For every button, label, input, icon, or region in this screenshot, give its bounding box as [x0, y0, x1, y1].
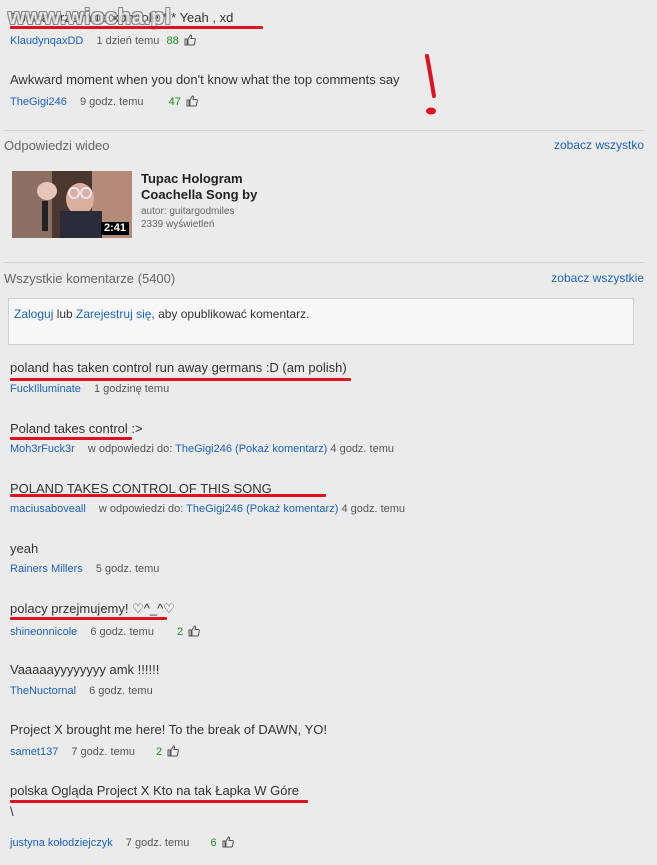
- login-suffix-text: , aby opublikować komentarz.: [151, 307, 310, 321]
- comment-time: 6 godz. temu: [90, 626, 154, 638]
- comment-meta: TheNuctornal 6 godz. temu: [10, 685, 165, 697]
- comment-author-link[interactable]: maciusaboveall: [10, 503, 86, 515]
- comment-meta: samet137 7 godz. temu 2: [10, 745, 180, 760]
- thumbs-up-icon[interactable]: [186, 95, 198, 110]
- comment-text: yeah: [10, 541, 39, 556]
- comment-time: 9 godz. temu: [79, 96, 144, 108]
- red-underline: [10, 26, 263, 29]
- comment-time: 5 godz. temu: [95, 563, 160, 575]
- login-or-text: lub: [53, 307, 77, 321]
- video-title-line: Coachella Song by: [141, 187, 258, 202]
- comment-text: Project X brought me here! To the break …: [10, 722, 327, 737]
- comment-time: 7 godz. temu: [125, 837, 190, 849]
- comment-meta: maciusaboveall w odpowiedzi do: TheGigi2…: [10, 503, 417, 515]
- register-link[interactable]: Zarejestruj się: [76, 307, 151, 321]
- video-title-link[interactable]: Tupac Hologram Coachella Song by: [141, 171, 257, 203]
- login-prompt-text: Zaloguj lub Zarejestruj się, aby opublik…: [14, 307, 310, 321]
- section-divider: [4, 130, 644, 131]
- reply-prefix: w odpowiedzi do:: [87, 443, 176, 455]
- section-divider: [4, 262, 644, 263]
- comment-author-link[interactable]: shineonnicole: [10, 626, 77, 638]
- comment-time: 4 godz. temu: [330, 443, 394, 455]
- comment-text: polacy przejmujemy! ♡^_^♡: [10, 601, 175, 616]
- comment-meta: FuckIlluminate 1 godzinę temu: [10, 383, 181, 395]
- comment-author-link[interactable]: TheNuctornal: [10, 685, 76, 697]
- comment-time: 6 godz. temu: [89, 685, 153, 697]
- video-view-count: 2339 wyświetleń: [141, 219, 215, 230]
- video-duration: 2:41: [100, 222, 129, 235]
- red-underline: [10, 617, 167, 620]
- comment-meta: Rainers Millers 5 godz. temu: [10, 563, 171, 575]
- thumbs-up-icon[interactable]: [188, 625, 201, 640]
- comment-text-line2: \: [10, 804, 14, 819]
- comment-author-link[interactable]: Moh3rFuck3r: [10, 443, 75, 455]
- video-responses-title: Odpowiedzi wideo: [4, 138, 110, 153]
- vote-count: 2: [177, 626, 184, 638]
- vote-count: 6: [210, 837, 217, 849]
- thumbs-up-icon[interactable]: [167, 745, 180, 760]
- top-comment-meta: TheGigi246 9 godz. temu 47: [10, 95, 198, 110]
- comment-author-link[interactable]: FuckIlluminate: [10, 383, 81, 395]
- comment-meta: shineonnicole 6 godz. temu 2: [10, 625, 201, 640]
- youtube-comments-page: Polska przejmuje kontrole * * Yeah , xd …: [0, 0, 657, 865]
- comment-time: 1 godzinę temu: [93, 383, 170, 395]
- comment-text: poland has taken control run away german…: [10, 360, 347, 375]
- comment-author-link[interactable]: justyna kołodziejczyk: [10, 837, 113, 849]
- thumbs-up-icon[interactable]: [222, 836, 234, 851]
- all-comments-title: Wszystkie komentarze (5400): [4, 271, 176, 286]
- comment-login-prompt: Zaloguj lub Zarejestruj się, aby opublik…: [8, 298, 634, 345]
- comment-author-link[interactable]: samet137: [10, 746, 58, 758]
- comment-meta: justyna kołodziejczyk 7 godz. temu 6: [10, 836, 234, 851]
- comment-text: Poland takes control :>: [10, 421, 143, 436]
- comment-time: 4 godz. temu: [341, 503, 406, 515]
- vote-count: 47: [168, 96, 181, 108]
- comment-text: polska Ogląda Project X Kto na tak Łapka…: [10, 783, 300, 798]
- top-comment-text: Awkward moment when you don't know what …: [10, 72, 400, 87]
- video-title-line: Tupac Hologram: [141, 171, 243, 186]
- comment-time: 1 dzień temu: [96, 35, 160, 47]
- see-all-videos-link[interactable]: zobacz wszystko: [554, 138, 644, 152]
- vote-count: 2: [156, 746, 163, 758]
- comment-text: Vaaaaayyyyyyyy amk !!!!!!: [10, 662, 160, 677]
- comment-author-link[interactable]: TheGigi246: [10, 96, 67, 108]
- comment-author-link[interactable]: Rainers Millers: [10, 563, 83, 575]
- red-underline: [10, 378, 351, 381]
- video-author: autor: guitargodmiles: [141, 206, 235, 217]
- video-thumbnail[interactable]: 2:41: [12, 171, 132, 238]
- red-underline: [10, 800, 308, 803]
- red-underline: [10, 437, 132, 440]
- reply-prefix: w odpowiedzi do:: [98, 503, 187, 515]
- see-all-comments-link[interactable]: zobacz wszystkie: [551, 271, 644, 285]
- login-link[interactable]: Zaloguj: [14, 307, 53, 321]
- reply-to-link[interactable]: TheGigi246 (Pokaż komentarz): [186, 503, 338, 515]
- comment-meta: Moh3rFuck3r w odpowiedzi do: TheGigi246 …: [10, 443, 406, 455]
- top-comment-meta: KlaudynqaxDD 1 dzień temu 88: [10, 34, 196, 49]
- vote-count: 88: [166, 35, 179, 47]
- red-underline: [10, 494, 326, 497]
- reply-to-link[interactable]: TheGigi246 (Pokaż komentarz): [175, 443, 327, 455]
- thumbs-up-icon[interactable]: [184, 34, 196, 49]
- comment-time: 7 godz. temu: [71, 746, 135, 758]
- comment-author-link[interactable]: KlaudynqaxDD: [10, 35, 83, 47]
- annotation-exclamation-mark: [425, 54, 436, 115]
